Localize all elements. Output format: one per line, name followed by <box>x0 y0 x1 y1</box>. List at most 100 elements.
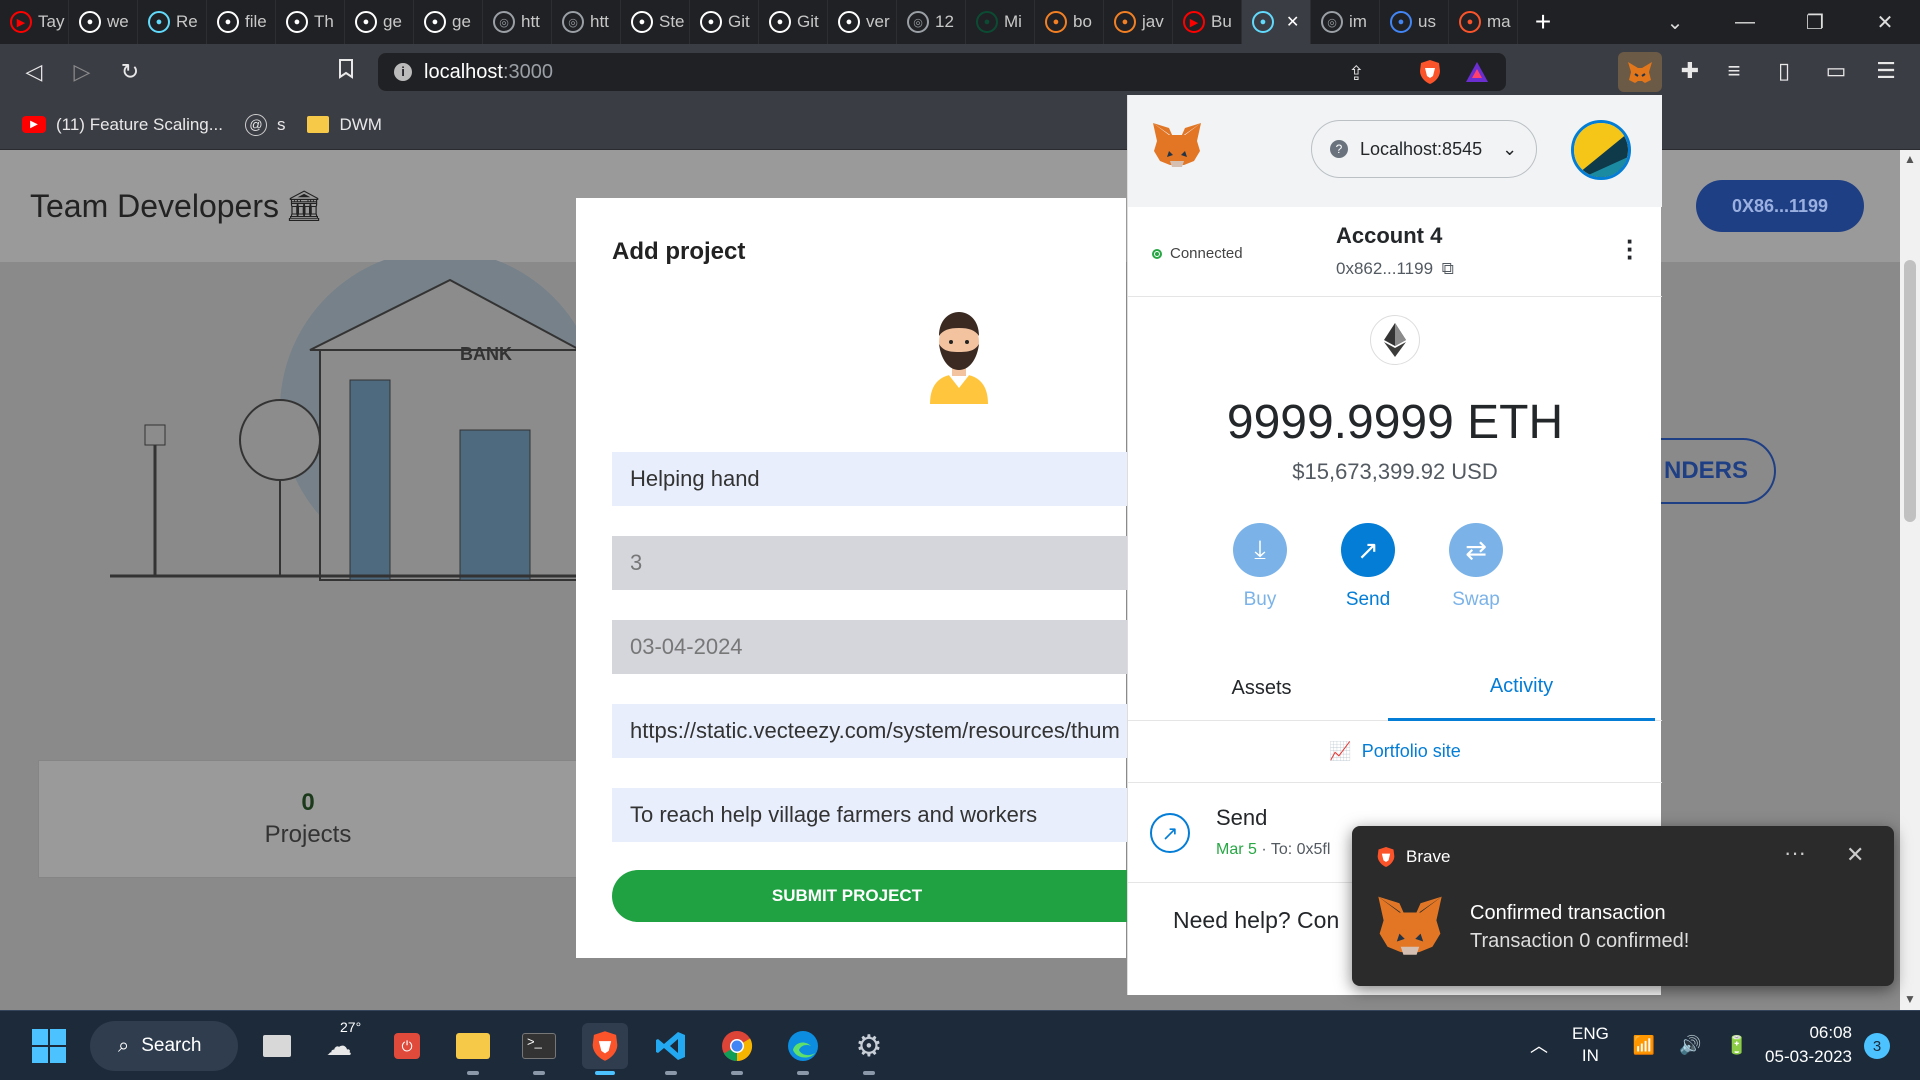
account-options-icon[interactable]: · · · <box>1626 228 1635 270</box>
youtube-icon: ▶ <box>1183 11 1205 33</box>
browser-tab[interactable]: ● ver <box>828 0 897 44</box>
help-text[interactable]: Need help? Con <box>1173 907 1339 934</box>
brave-rewards-icon[interactable] <box>1464 60 1490 90</box>
browser-tab[interactable]: ● Mi <box>966 0 1035 44</box>
close-tab-icon[interactable]: ✕ <box>1286 12 1299 32</box>
buy-button[interactable]: ⤓ Buy <box>1220 523 1300 611</box>
browser-tab[interactable]: ● bo <box>1035 0 1104 44</box>
wifi-icon[interactable]: 📶 <box>1633 1035 1655 1056</box>
bookmark-item-dwm[interactable]: DWM <box>307 115 382 135</box>
taskbar-clock[interactable]: 06:08 05-03-2023 <box>1756 1021 1852 1069</box>
django-icon: ● <box>976 11 998 33</box>
metamask-extension-button[interactable] <box>1618 52 1662 92</box>
volume-icon[interactable]: 🔊 <box>1679 1035 1701 1056</box>
new-tab-icon[interactable]: + <box>1518 6 1568 38</box>
power-app-icon[interactable]: ⏻ <box>384 1023 430 1069</box>
back-icon[interactable]: ◁ <box>10 59 58 85</box>
project-name-field[interactable]: Helping hand <box>612 452 1132 506</box>
restore-icon[interactable]: ❐ <box>1780 10 1850 35</box>
scroll-down-icon[interactable]: ▼ <box>1904 992 1916 1006</box>
stat-card-projects: 0 Projects <box>38 760 578 878</box>
account-address[interactable]: 0x862...1199 ⧉ <box>1336 259 1454 279</box>
browser-tab[interactable]: ● jav <box>1104 0 1173 44</box>
extensions-puzzle-icon[interactable]: ✚ <box>1666 58 1714 84</box>
send-button[interactable]: ↗ Send <box>1328 523 1408 611</box>
swap-button[interactable]: ⇄ Swap <box>1436 523 1516 611</box>
bookmark-label: (11) Feature Scaling... <box>56 114 223 134</box>
project-image-url-field[interactable]: https://static.vecteezy.com/system/resou… <box>612 704 1132 758</box>
browser-tab[interactable]: ● Git <box>759 0 828 44</box>
browser-tab[interactable]: ◎ im <box>1311 0 1380 44</box>
scrollbar-thumb[interactable] <box>1904 260 1916 522</box>
browser-tab[interactable]: ● ✕ <box>1242 0 1311 44</box>
notification-toast[interactable]: Brave ··· ✕ Confirmed transaction Transa… <box>1352 826 1894 986</box>
submit-project-button[interactable]: SUBMIT PROJECT <box>612 870 1132 922</box>
browser-tab[interactable]: ● ge <box>414 0 483 44</box>
browser-tab[interactable]: ● ma <box>1449 0 1518 44</box>
browser-tab[interactable]: ◎ htt <box>483 0 552 44</box>
copy-icon[interactable]: ⧉ <box>1442 259 1454 278</box>
tab-search-icon[interactable]: ⌄ <box>1640 10 1710 35</box>
settings-gear-icon[interactable]: ⚙ <box>846 1023 892 1075</box>
chevron-up-icon[interactable]: ︿ <box>1530 1032 1548 1058</box>
account-avatar[interactable] <box>1571 120 1631 180</box>
connection-status[interactable]: Connected <box>1152 245 1243 262</box>
minimize-icon[interactable]: — <box>1710 11 1780 34</box>
share-icon[interactable]: ⇪ <box>1348 61 1365 86</box>
portfolio-link[interactable]: 📈 Portfolio site <box>1128 721 1662 783</box>
playlist-icon[interactable]: ≡ <box>1710 58 1758 84</box>
tab-activity[interactable]: Activity <box>1388 655 1655 721</box>
project-deadline-field[interactable]: 03-04-2024 <box>612 620 1132 674</box>
bookmark-icon[interactable] <box>322 59 370 85</box>
taskbar-search[interactable]: ⌕ Search <box>90 1021 238 1071</box>
forward-icon[interactable]: ▷ <box>58 59 106 85</box>
browser-tab[interactable]: ● file <box>207 0 276 44</box>
project-description-field[interactable]: To reach help village farmers and worker… <box>612 788 1132 842</box>
browser-tab[interactable]: ◎ htt <box>552 0 621 44</box>
wallet-icon[interactable]: ▭ <box>1812 58 1860 84</box>
more-options-icon[interactable]: ··· <box>1784 840 1806 866</box>
bookmark-item-feature-scaling[interactable]: ▶ (11) Feature Scaling... <box>22 115 223 135</box>
brave-taskbar-icon[interactable] <box>582 1023 628 1075</box>
browser-tab[interactable]: ● ge <box>345 0 414 44</box>
brave-shields-icon[interactable] <box>1418 59 1442 91</box>
close-icon[interactable]: ✕ <box>1846 842 1864 868</box>
browser-tab[interactable]: ◎ 12 <box>897 0 966 44</box>
language-indicator[interactable]: ENG IN <box>1572 1023 1609 1067</box>
battery-icon[interactable]: 🔋 <box>1726 1035 1748 1056</box>
tab-assets[interactable]: Assets <box>1128 655 1395 721</box>
network-selector[interactable]: ? Localhost:8545 ⌄ <box>1311 120 1537 178</box>
notification-count-badge[interactable]: 3 <box>1864 1033 1890 1059</box>
sidebar-icon[interactable]: ▯ <box>1760 58 1808 84</box>
project-amount-field[interactable]: 3 <box>612 536 1132 590</box>
menu-icon[interactable]: ☰ <box>1862 58 1910 84</box>
browser-tab[interactable]: ● Git <box>690 0 759 44</box>
start-button[interactable] <box>26 1023 72 1069</box>
browser-tab[interactable]: ● we <box>69 0 138 44</box>
chrome-icon[interactable] <box>714 1023 760 1075</box>
wallet-address-button[interactable]: 0X86...1199 <box>1696 180 1864 232</box>
portfolio-label: Portfolio site <box>1361 741 1461 761</box>
file-explorer-icon[interactable] <box>450 1023 496 1075</box>
browser-tab[interactable]: ● Ste <box>621 0 690 44</box>
bookmark-item-s[interactable]: @ s <box>244 113 285 136</box>
terminal-icon[interactable]: >_ <box>516 1023 562 1075</box>
funders-button[interactable]: NDERS <box>1660 438 1776 504</box>
scroll-up-icon[interactable]: ▲ <box>1904 152 1916 166</box>
chevron-down-icon: ⌄ <box>1502 138 1518 159</box>
vscode-icon[interactable] <box>648 1023 694 1075</box>
close-window-icon[interactable]: ✕ <box>1850 10 1920 35</box>
weather-widget[interactable]: ☁ 27° <box>316 1019 362 1069</box>
edge-icon[interactable] <box>780 1023 826 1075</box>
browser-tab[interactable]: ● Th <box>276 0 345 44</box>
site-info-icon[interactable]: i <box>394 63 412 81</box>
github-icon: ● <box>355 11 377 33</box>
page-title: Team Developers <box>30 187 279 224</box>
browser-tab[interactable]: ▶ Bu <box>1173 0 1242 44</box>
browser-tab[interactable]: ● us <box>1380 0 1449 44</box>
browser-tab[interactable]: ▶ Tay <box>0 0 69 44</box>
browser-tab[interactable]: ● Re <box>138 0 207 44</box>
reload-icon[interactable]: ↻ <box>106 59 154 85</box>
task-view-icon[interactable] <box>254 1023 300 1069</box>
address-bar[interactable]: i localhost:3000 ⇪ <box>378 53 1506 91</box>
